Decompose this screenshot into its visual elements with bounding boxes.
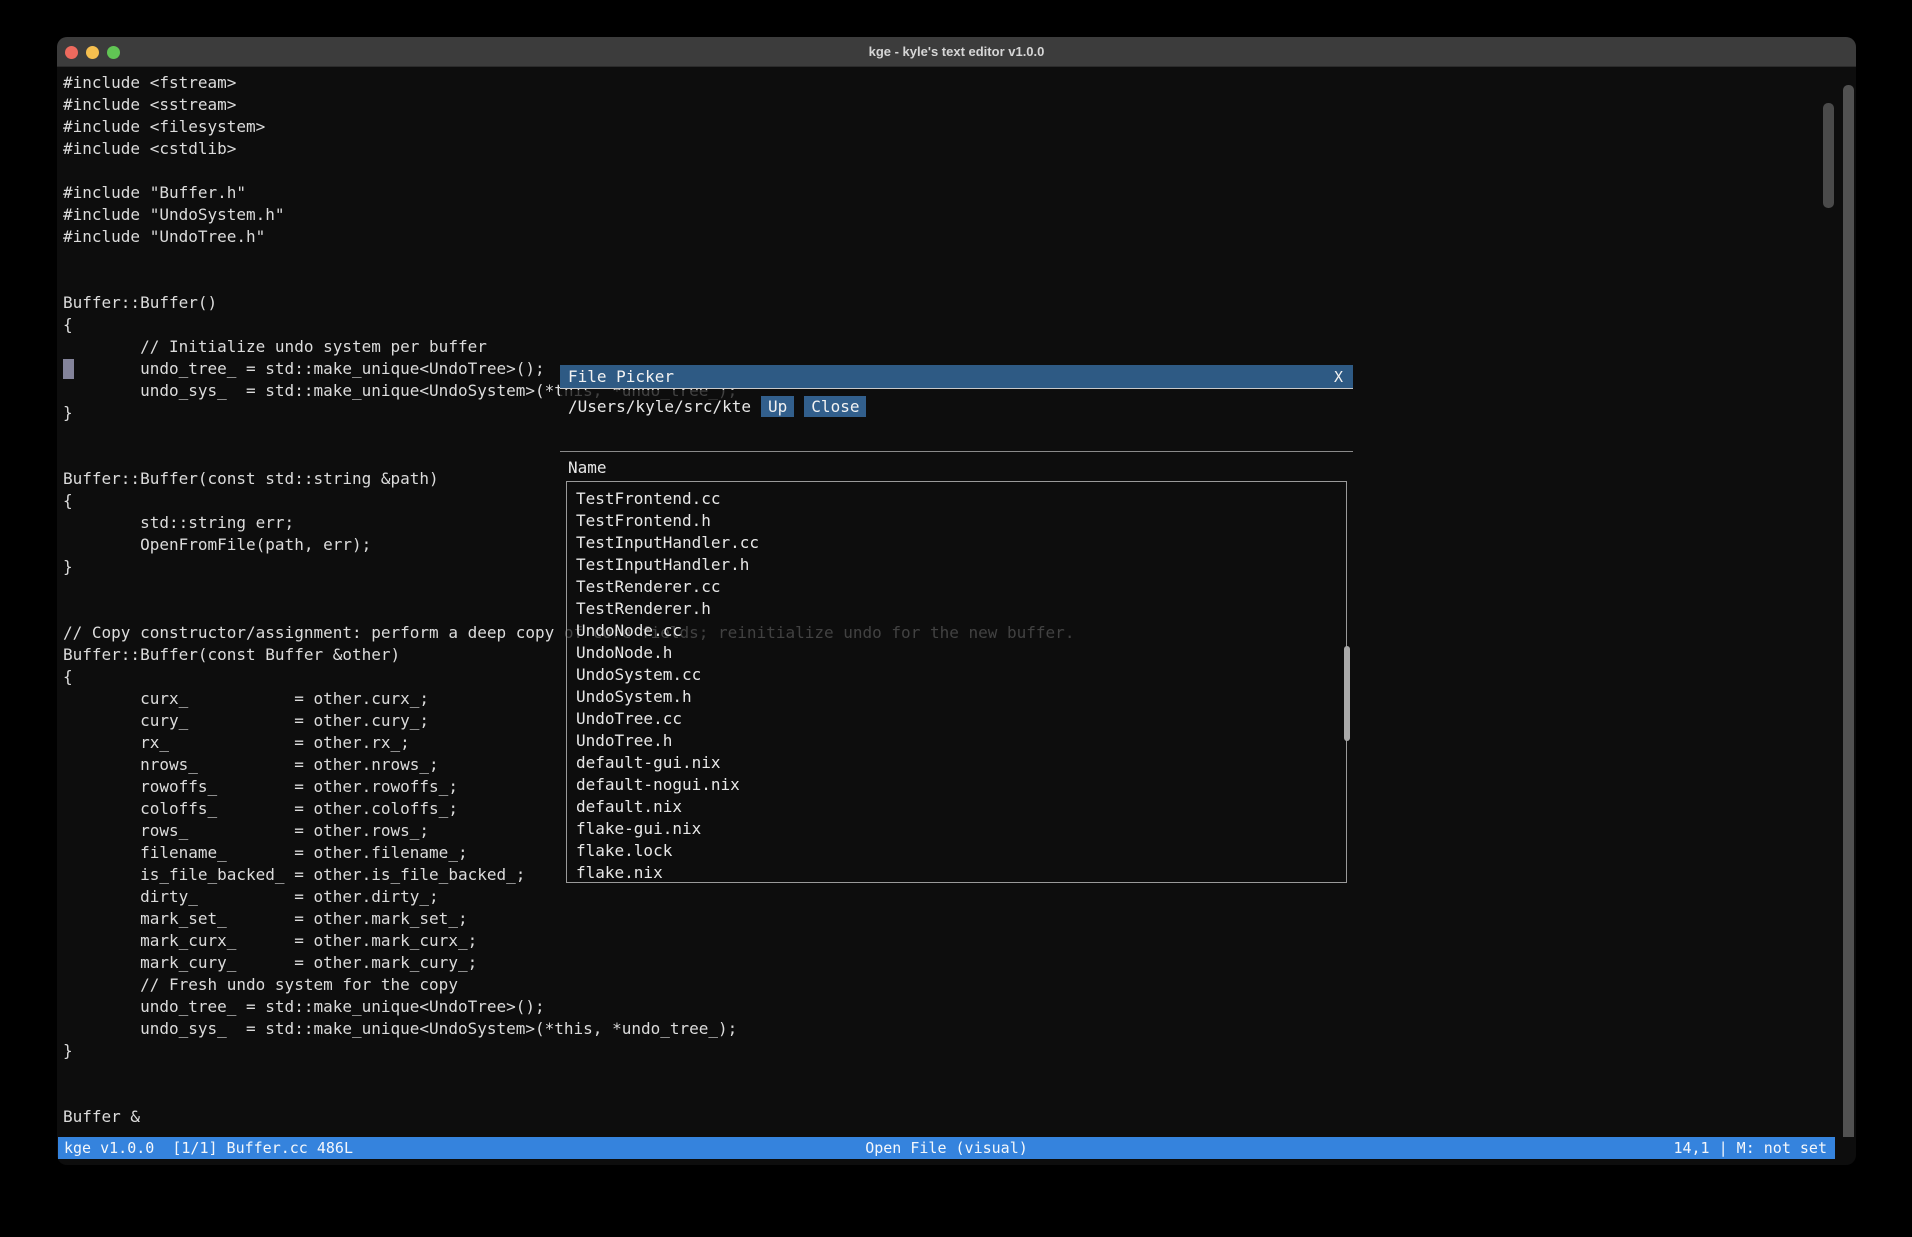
status-mode: Open File (visual) [58,1139,1835,1157]
file-list-item[interactable]: TestRenderer.cc [567,576,1346,598]
code-line [63,270,1074,292]
file-list-item[interactable]: TestInputHandler.h [567,554,1346,576]
current-path: /Users/kyle/src/kte [568,397,751,416]
dialog-close-icon[interactable]: X [1334,368,1353,386]
code-line: undo_sys_ = std::make_unique<UndoSystem>… [63,1018,1074,1040]
code-line: #include <cstdlib> [63,138,1074,160]
file-list-scrollbar-thumb[interactable] [1344,646,1350,741]
file-list-item[interactable]: UndoTree.cc [567,708,1346,730]
file-picker-dialog: File Picker X /Users/kyle/src/kte Up Clo… [560,365,1353,862]
file-list-item[interactable]: flake-gui.nix [567,818,1346,840]
file-picker-title: File Picker [560,367,674,386]
code-line: Buffer::Buffer() [63,292,1074,314]
code-line: #include "UndoSystem.h" [63,204,1074,226]
code-line [63,1084,1074,1106]
code-line [63,1062,1074,1084]
file-list-item[interactable]: default-nogui.nix [567,774,1346,796]
file-list-item[interactable]: UndoNode.h [567,642,1346,664]
file-list-item[interactable]: UndoSystem.h [567,686,1346,708]
code-line: undo_tree_ = std::make_unique<UndoTree>(… [63,996,1074,1018]
file-picker-body: /Users/kyle/src/kte Up Close Name TestFr… [560,390,1353,862]
app-window: kge - kyle's text editor v1.0.0 #include… [57,37,1856,1165]
header-separator [560,451,1353,452]
editor-scrollbar-track[interactable] [1843,85,1854,1137]
minimize-window-icon[interactable] [86,46,99,59]
file-list-item[interactable]: UndoSystem.cc [567,664,1346,686]
name-column-header: Name [568,458,607,477]
code-line: #include "Buffer.h" [63,182,1074,204]
file-list-item[interactable]: UndoNode.cc [567,620,1346,642]
window-title: kge - kyle's text editor v1.0.0 [869,44,1045,59]
file-list-item[interactable]: default-gui.nix [567,752,1346,774]
code-line: mark_cury_ = other.mark_cury_; [63,952,1074,974]
code-line: mark_set_ = other.mark_set_; [63,908,1074,930]
file-picker-titlebar[interactable]: File Picker X [560,365,1353,389]
traffic-lights [65,46,120,59]
file-list-item[interactable]: TestRenderer.h [567,598,1346,620]
code-line: } [63,1040,1074,1062]
code-line: #include <filesystem> [63,116,1074,138]
window-titlebar: kge - kyle's text editor v1.0.0 [57,37,1856,67]
file-list: TestFrontend.ccTestFrontend.hTestInputHa… [566,481,1347,883]
path-row: /Users/kyle/src/kte Up Close [568,396,866,417]
close-window-icon[interactable] [65,46,78,59]
code-line [63,160,1074,182]
editor-scrollbar-thumb[interactable] [1823,103,1834,208]
file-list-item[interactable]: flake.lock [567,840,1346,862]
code-line: #include "UndoTree.h" [63,226,1074,248]
file-list-item[interactable]: TestFrontend.cc [567,488,1346,510]
code-line [63,248,1074,270]
file-list-item[interactable]: flake.nix [567,862,1346,883]
file-list-item[interactable]: default.nix [567,796,1346,818]
code-line: { [63,314,1074,336]
file-list-item[interactable]: TestFrontend.h [567,510,1346,532]
status-cursor-info: 14,1 | M: not set [1673,1139,1827,1157]
code-line: // Fresh undo system for the copy [63,974,1074,996]
code-line: dirty_ = other.dirty_; [63,886,1074,908]
code-line: #include <sstream> [63,94,1074,116]
up-button[interactable]: Up [761,396,794,417]
file-rows: TestFrontend.ccTestFrontend.hTestInputHa… [567,488,1346,883]
code-line: mark_curx_ = other.mark_curx_; [63,930,1074,952]
code-line: #include <fstream> [63,72,1074,94]
zoom-window-icon[interactable] [107,46,120,59]
status-bar: kge v1.0.0 [1/1] Buffer.cc 486L Open Fil… [58,1137,1835,1159]
close-button[interactable]: Close [804,396,866,417]
text-cursor [63,359,74,379]
code-line: // Initialize undo system per buffer [63,336,1074,358]
code-line: Buffer & [63,1106,1074,1128]
file-list-item[interactable]: UndoTree.h [567,730,1346,752]
file-list-item[interactable]: TestInputHandler.cc [567,532,1346,554]
